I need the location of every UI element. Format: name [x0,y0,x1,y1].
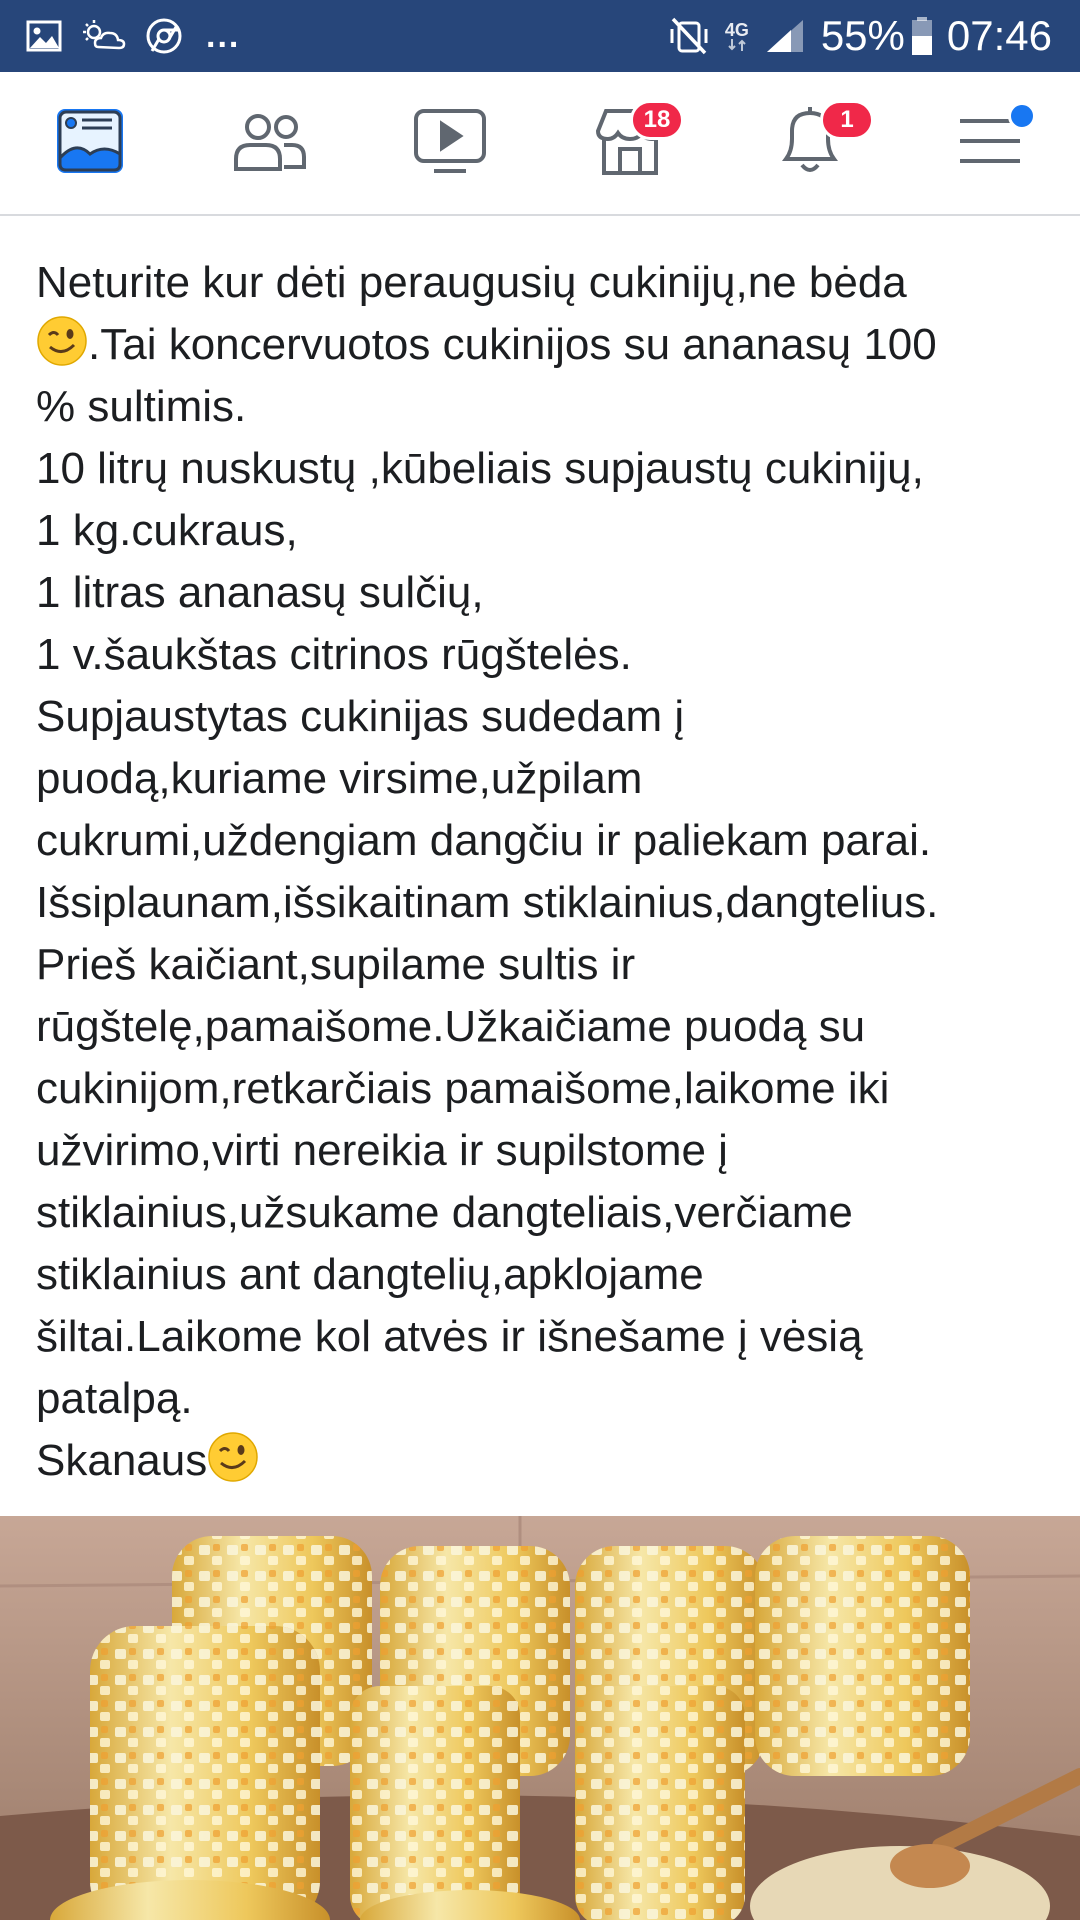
post-line: puodą,kuriame virsime,užpilam [36,754,643,803]
signal-icon [765,18,805,54]
post-line: % sultimis. [36,382,247,431]
post-line: užvirimo,virti nereikia ir supilstome į [36,1126,728,1175]
post-line: cukrumi,uždengiam dangčiu ir paliekam pa… [36,816,932,865]
post-line: 1 kg.cukraus, [36,506,298,555]
friends-icon [232,109,308,178]
post-line: rūgštelę,pamaišome.Užkaičiame puodą su [36,1002,866,1051]
post-line: Neturite kur dėti peraugusių cukinijų,ne… [36,258,907,307]
post-line: 1 litras ananasų sulčių, [36,568,484,617]
post-line: Prieš kaičiant,supilame sultis ir [36,940,636,989]
battery-percent: 55% [820,12,905,59]
top-navigation-bar: 18 1 [0,72,1080,216]
network-type-label: 4G [724,20,749,40]
winking-face-emoji-icon [36,315,88,367]
clock: 07:46 [946,12,1052,59]
post-line: Išsiplaunam,išsikaitinam stiklainius,dan… [36,878,939,927]
mute-vibrate-icon [669,17,709,55]
post-line: 1 v.šaukštas citrinos rūgštelės. [36,630,632,679]
tab-news-feed[interactable] [20,72,160,214]
tab-friends[interactable] [200,72,340,214]
winking-face-emoji-icon [207,1431,259,1483]
tab-marketplace[interactable]: 18 [560,72,700,214]
tab-watch[interactable] [380,72,520,214]
network-type-indicator: 4G [725,21,749,51]
news-feed-icon [54,106,126,181]
status-bar: ... 4G 55% 07:46 [0,0,1080,72]
weather-icon [82,19,126,53]
post-line: cukinijom,retkarčiais pamaišome,laikome … [36,1064,890,1113]
post-body-text: Neturite kur dėti peraugusių cukinijų,ne… [36,252,1056,1492]
post-line: stiklainius,užsukame dangteliais,verčiam… [36,1188,853,1237]
notifications-badge: 1 [820,100,874,140]
gallery-icon [26,20,62,52]
post-line: patalpą. [36,1374,193,1423]
post-line: 10 litrų nuskustų ,kūbeliais supjaustų c… [36,444,924,493]
status-overflow-dots: ... [206,17,241,55]
post-line: Skanaus [36,1430,1056,1492]
battery-icon [911,16,933,56]
jars-of-preserved-zucchini-photo [0,1516,1080,1920]
post-line: Supjaustytas cukinijas sudedam į [36,692,685,741]
marketplace-badge: 18 [630,100,684,140]
post-line: stiklainius ant dangtelių,apklojame [36,1250,704,1299]
post-photo[interactable] [0,1516,1080,1920]
tab-notifications[interactable]: 1 [740,72,880,214]
post-line: .Tai koncervuotos cukinijos su ananasų 1… [36,314,1056,376]
post-line: šiltai.Laikome kol atvės ir išnešame į v… [36,1312,863,1361]
chrome-icon [146,18,182,54]
menu-notification-dot [1008,102,1036,130]
tab-menu[interactable] [920,72,1060,214]
video-play-icon [412,107,488,180]
